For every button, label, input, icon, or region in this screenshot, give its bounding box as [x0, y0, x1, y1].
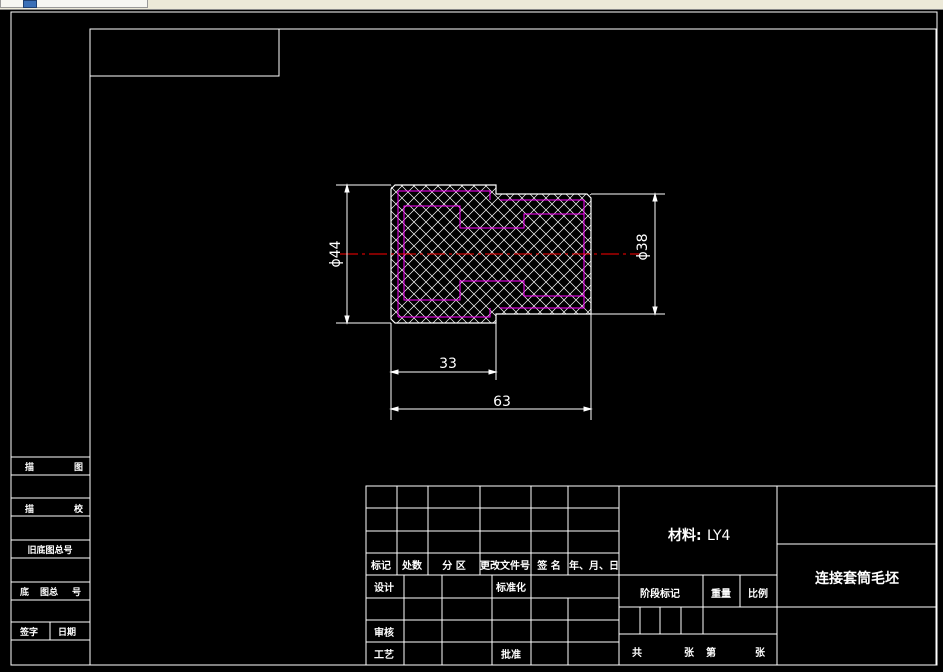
dim-diameter-38: ϕ38 [635, 233, 651, 260]
label-design: 设计 [374, 581, 394, 594]
label-review: 审核 [374, 626, 394, 639]
label-process: 工艺 [374, 648, 394, 661]
drawing-code-box [89, 28, 280, 77]
side-label-old-number: 旧底图总号 [27, 544, 72, 556]
label-sheet-of: 第 [706, 646, 716, 659]
side-label-trace-2: 校 [74, 503, 84, 515]
side-label-base-3: 号 [72, 587, 81, 598]
label-weight: 重量 [711, 587, 731, 600]
side-label-draw-1: 描 [25, 461, 34, 473]
side-label-sign: 签字 [19, 626, 38, 638]
header-count: 处数 [401, 559, 423, 572]
label-sheet-word-2: 张 [755, 646, 766, 659]
header-change-doc: 更改文件号 [480, 559, 530, 572]
drawing-canvas[interactable]: ϕ44 ϕ38 33 63 描 图 描 校 旧底图总号 底 图总 号 签字 日期 [0, 0, 943, 672]
header-mark: 标记 [370, 559, 391, 572]
sheet-border [10, 11, 938, 666]
label-approve: 批准 [501, 648, 521, 661]
label-sheet-total: 共 [632, 646, 642, 659]
part-section-view [340, 184, 640, 324]
header-date: 年、月、日 [569, 559, 619, 572]
drawing-name: 连接套筒毛坯 [815, 570, 899, 587]
header-signature: 签 名 [536, 559, 560, 572]
side-label-base-1: 底 [20, 586, 29, 598]
dim-length-33: 33 [439, 356, 457, 372]
side-label-base-2: 图总 [40, 586, 58, 598]
material-value: LY4 [707, 528, 730, 544]
dim-diameter-44: ϕ44 [328, 240, 344, 267]
label-scale: 比例 [748, 587, 768, 600]
label-standardization: 标准化 [495, 581, 526, 594]
dim-length-63: 63 [493, 394, 511, 410]
side-label-trace-1: 描 [25, 503, 34, 515]
side-label-date: 日期 [58, 626, 76, 638]
label-sheet-word: 张 [684, 646, 695, 659]
header-zone: 分 区 [442, 559, 465, 572]
label-stage-mark: 阶段标记 [640, 587, 680, 600]
material-label: 材料: [668, 527, 702, 544]
side-label-draw-2: 图 [74, 462, 83, 473]
